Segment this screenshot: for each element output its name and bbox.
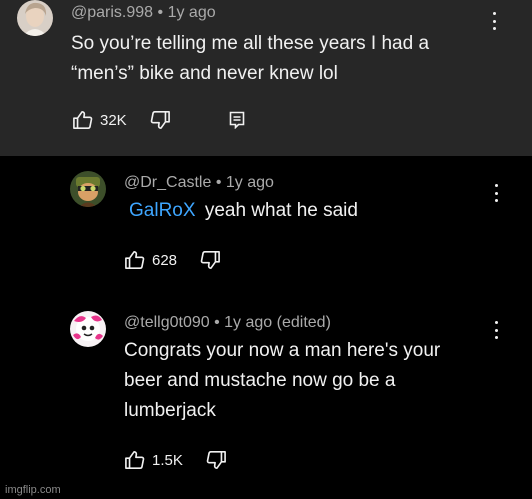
- like-button[interactable]: 628: [124, 250, 177, 270]
- like-count: 1.5K: [152, 451, 183, 469]
- more-options-button[interactable]: [491, 183, 501, 203]
- separator: •: [214, 314, 220, 331]
- separator: •: [215, 174, 222, 191]
- comment-line: So you’re telling me all these years I h…: [71, 33, 430, 54]
- comment-text: GalRoX yeah what he said: [129, 196, 358, 226]
- timestamp[interactable]: 1y ago: [226, 174, 274, 191]
- comment-line: beer and mustache now go be a: [124, 370, 396, 391]
- like-count: 628: [152, 251, 178, 269]
- comment-text: So you’re telling me all these years I h…: [71, 29, 429, 89]
- avatar[interactable]: [17, 0, 53, 36]
- dislike-button[interactable]: [149, 110, 171, 130]
- author-handle[interactable]: @Dr_Castle: [124, 174, 211, 191]
- comment-actions: 32K: [72, 110, 245, 130]
- author-handle[interactable]: @paris.998: [71, 4, 153, 21]
- mention-link[interactable]: GalRoX: [129, 200, 196, 221]
- more-options-button[interactable]: [489, 11, 499, 31]
- thumb-down-icon: [206, 451, 226, 469]
- thumb-up-icon: [125, 451, 145, 469]
- comment-header: @tellg0t090 • 1y ago (edited): [124, 314, 331, 332]
- dislike-button[interactable]: [199, 250, 221, 270]
- watermark: imgflip.com: [5, 484, 61, 496]
- avatar[interactable]: [70, 311, 106, 347]
- pink-cartoon-avatar-icon: [70, 311, 106, 347]
- more-vert-icon: [494, 184, 498, 187]
- timestamp[interactable]: 1y ago: [224, 314, 272, 331]
- separator: •: [157, 4, 164, 21]
- comment-line: lumberjack: [124, 400, 216, 421]
- comment-header: @Dr_Castle • 1y ago: [124, 174, 274, 192]
- comment-line: “men’s” bike and never knew lol: [71, 63, 338, 84]
- thumb-up-icon: [73, 111, 93, 129]
- thumb-down-icon: [150, 111, 170, 129]
- comment-line: Congrats your now a man here's your: [124, 340, 441, 361]
- reply-icon: [229, 111, 245, 129]
- like-count: 32K: [100, 111, 127, 129]
- more-vert-icon: [494, 321, 498, 324]
- comment-line: yeah what he said: [204, 200, 358, 221]
- comment-actions: 1.5K: [124, 450, 227, 470]
- timestamp[interactable]: 1y ago: [168, 4, 216, 21]
- like-button[interactable]: 1.5K: [124, 450, 183, 470]
- dislike-button[interactable]: [205, 450, 227, 470]
- edited-label: (edited): [276, 314, 331, 331]
- author-handle[interactable]: @tellg0t090: [124, 314, 210, 331]
- reply-button[interactable]: [229, 111, 245, 129]
- comment-header: @paris.998 • 1y ago: [71, 4, 216, 22]
- avatar[interactable]: [70, 171, 106, 207]
- more-vert-icon: [492, 12, 496, 15]
- cartoon-avatar-icon: [70, 171, 106, 207]
- thumb-up-icon: [125, 251, 145, 269]
- more-options-button[interactable]: [491, 320, 501, 340]
- like-button[interactable]: 32K: [72, 110, 127, 130]
- comment-actions: 628: [124, 250, 221, 270]
- profile-photo-icon: [17, 0, 53, 36]
- comment-text: Congrats your now a man here's your beer…: [124, 336, 440, 426]
- thumb-down-icon: [200, 251, 220, 269]
